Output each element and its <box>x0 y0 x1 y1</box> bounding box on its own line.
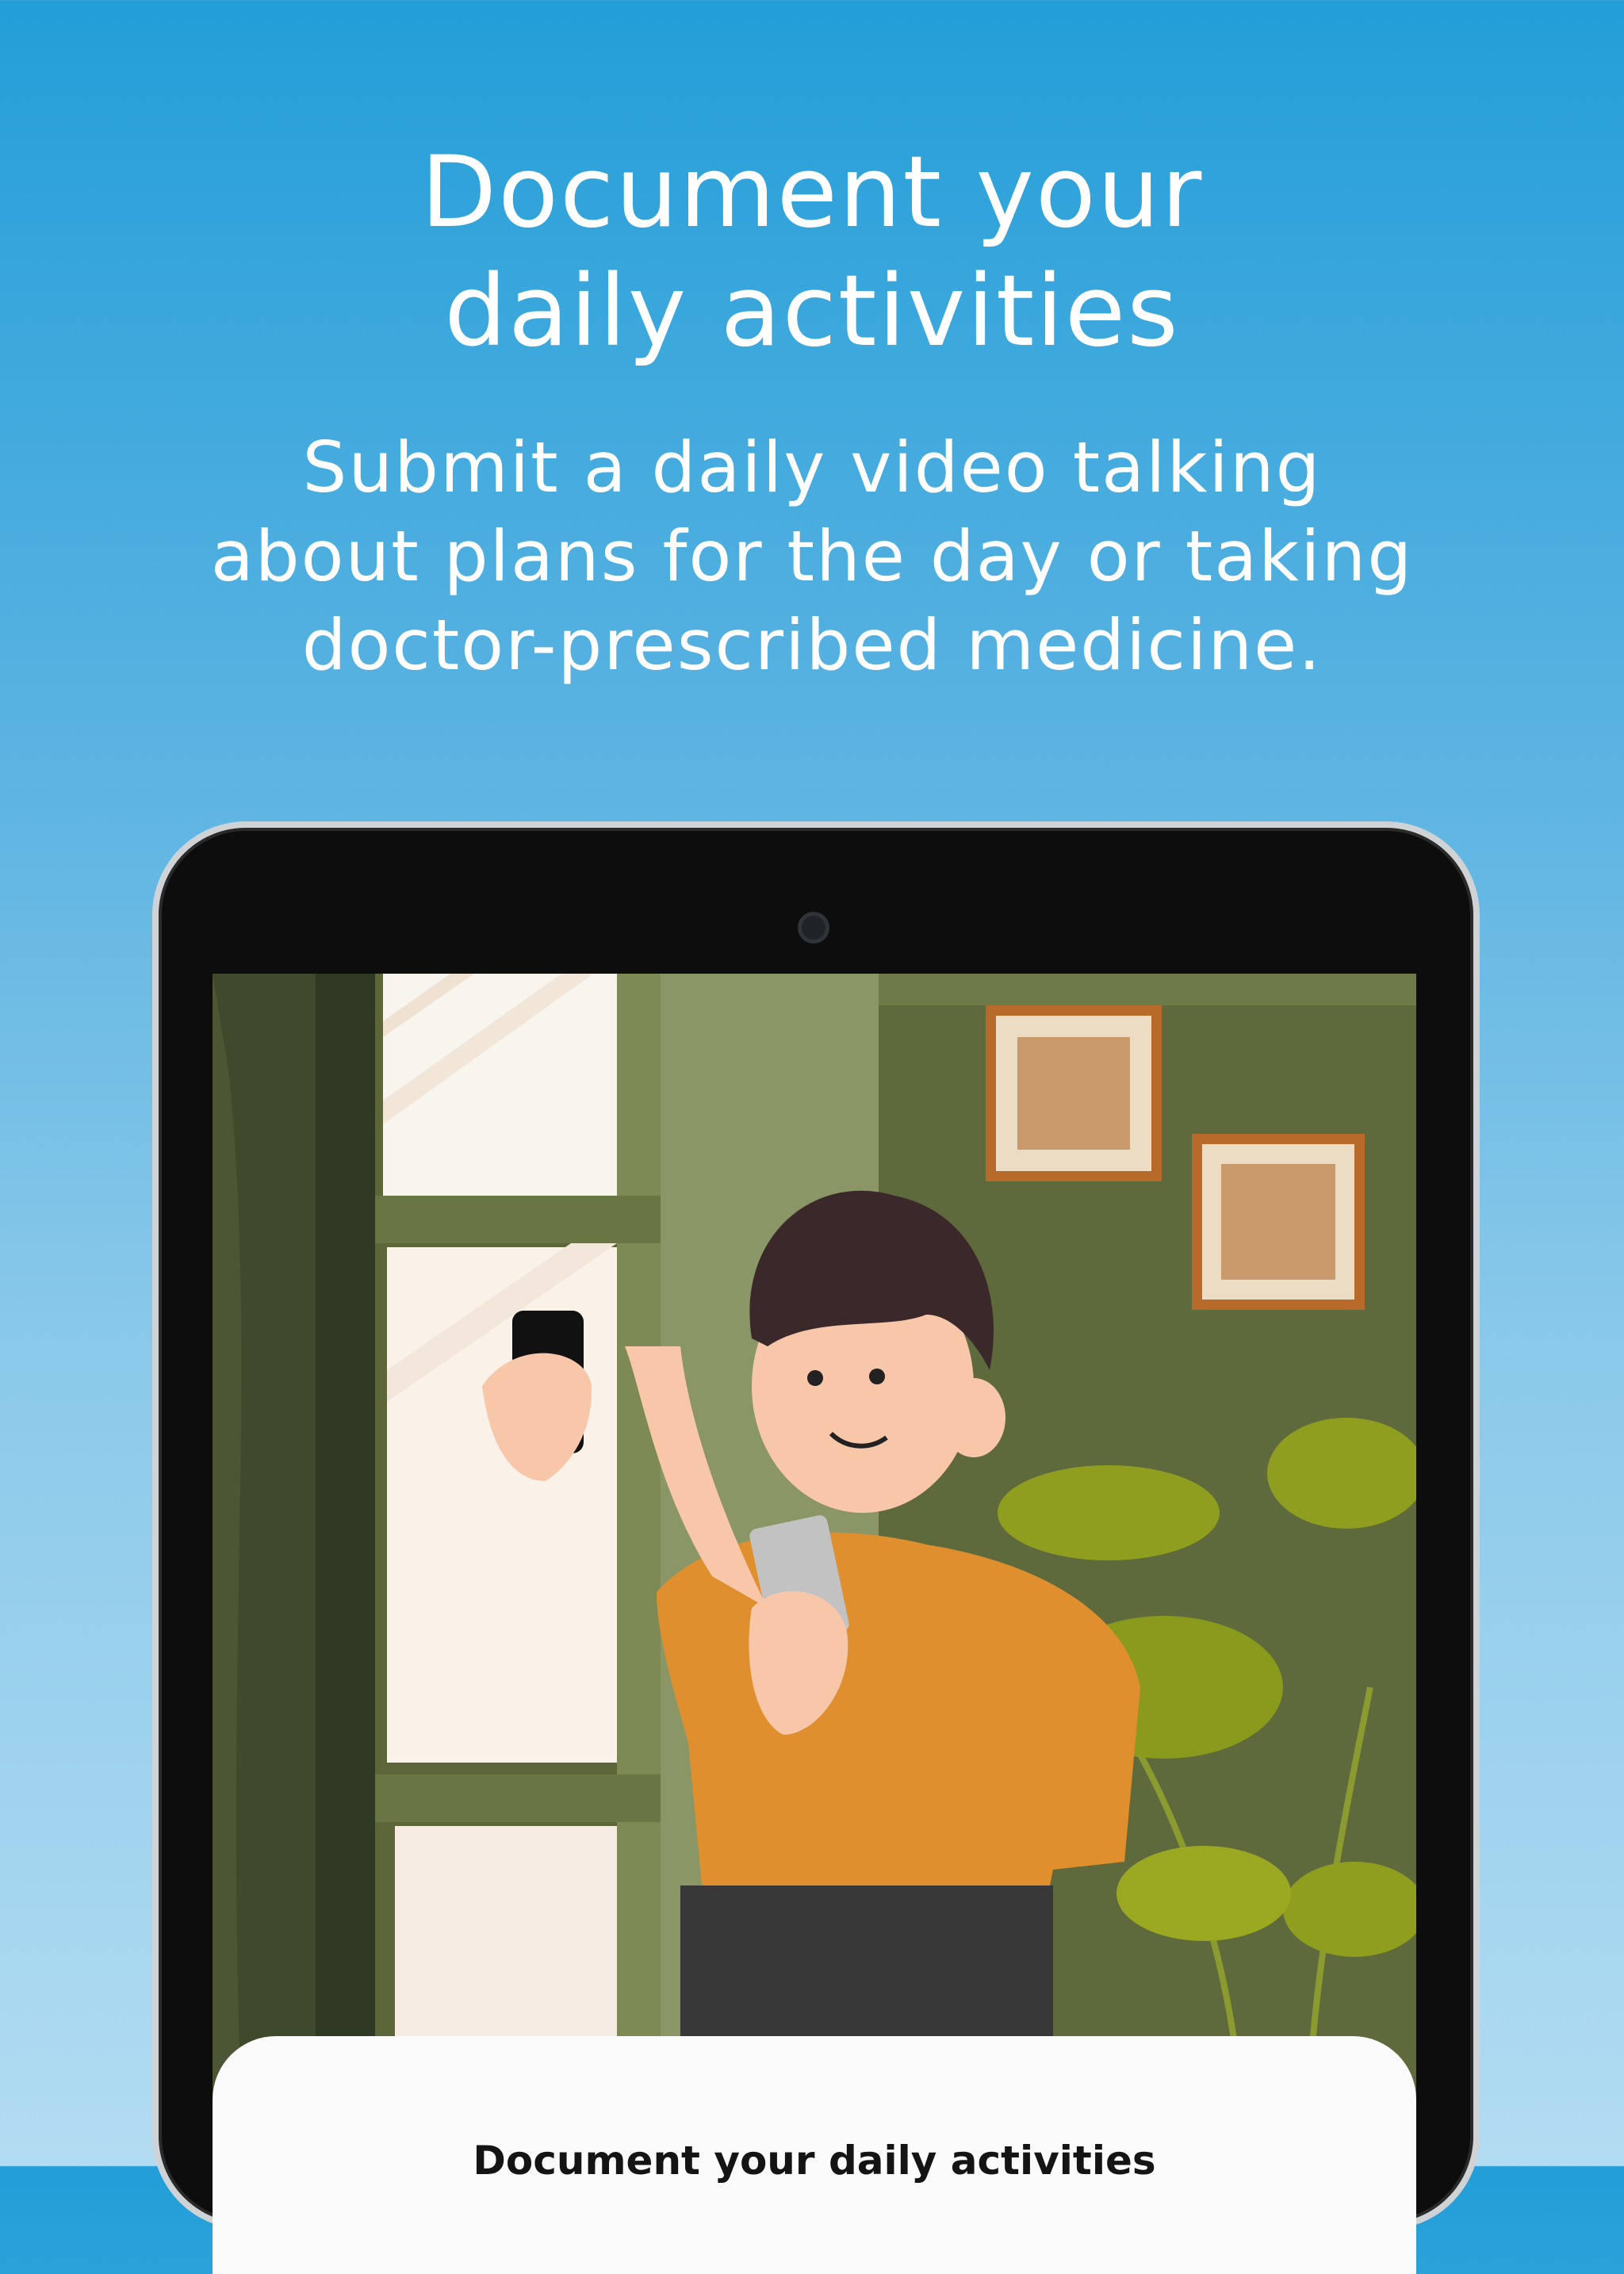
app-screen-illustration <box>213 974 1416 2166</box>
card-title: Document your daily activities <box>473 2138 1156 2184</box>
page-subtitle-line-3: doctor-prescribed medicine. <box>301 604 1323 686</box>
page-subtitle-line-2: about plans for the day or taking <box>210 515 1414 597</box>
page-subtitle: Submit a daily video talking about plans… <box>0 423 1624 690</box>
page-subtitle-line-1: Submit a daily video talking <box>302 427 1322 508</box>
page-title-line-2: daily activities <box>444 255 1180 369</box>
page-title: Document your daily activities <box>0 133 1624 371</box>
person-taking-medicine-illustration <box>213 974 1416 2166</box>
front-camera-icon <box>798 912 829 944</box>
page-title-line-1: Document your <box>420 136 1204 250</box>
